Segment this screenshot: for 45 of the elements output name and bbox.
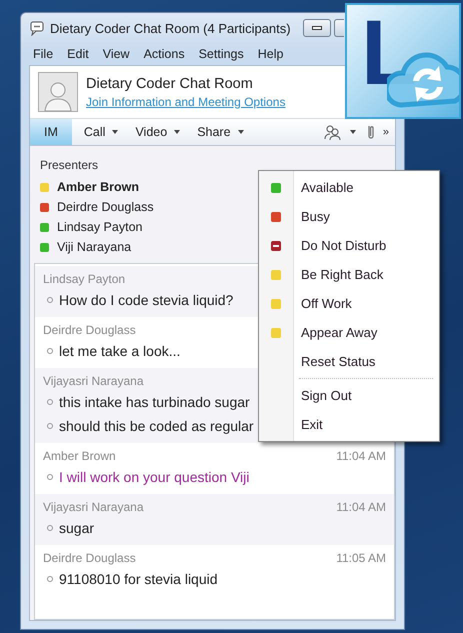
menu-item[interactable]: Settings <box>198 47 244 61</box>
presenter-name[interactable]: Deirdre Douglass <box>57 200 154 214</box>
message-time: 11:04 AM <box>336 500 386 514</box>
meeting-options-link[interactable]: Join Information and Meeting Options <box>86 94 286 108</box>
message-text: 91108010 for stevia liquid <box>59 570 218 586</box>
menu-item[interactable]: View <box>102 47 130 61</box>
menu-item[interactable]: Do Not Disturb <box>293 238 386 253</box>
message-text: let me take a look... <box>59 342 180 358</box>
app-logo: L <box>345 3 461 119</box>
message-text: should this be coded as regular <box>59 418 254 434</box>
message-time: 11:04 AM <box>336 449 386 463</box>
menu-item[interactable]: Be Right Back <box>293 267 384 282</box>
presenter-name[interactable]: Lindsay Payton <box>57 220 142 234</box>
overflow-button[interactable]: » <box>382 126 389 138</box>
presenter-name[interactable]: Viji Narayana <box>57 240 132 254</box>
sender-name: Deirdre Douglass <box>43 551 136 565</box>
presenter-name[interactable]: Amber Brown <box>57 180 139 194</box>
menu-item[interactable]: Sign Out <box>293 388 352 403</box>
menu-item[interactable]: Busy <box>293 209 330 224</box>
sender-name: Lindsay Payton <box>43 272 126 286</box>
menu-item[interactable]: Off Work <box>293 296 352 311</box>
menu-item[interactable]: Help <box>258 47 284 61</box>
menu-item[interactable]: Edit <box>67 47 89 61</box>
sender-name: Vijayasri Narayana <box>43 374 144 388</box>
toolbar-tab[interactable]: Video <box>131 119 186 145</box>
toolbar-tab[interactable]: Share <box>193 119 249 145</box>
window-title: Dietary Coder Chat Room (4 Participants) <box>50 20 291 36</box>
message-text: this intake has turbinado sugar <box>59 394 250 410</box>
toolbar-tab[interactable]: IM <box>30 119 72 145</box>
menu-item[interactable]: Exit <box>293 417 323 432</box>
menu-item[interactable]: File <box>33 47 54 61</box>
message-text: sugar <box>59 520 94 536</box>
message-time: 11:05 AM <box>336 551 386 565</box>
sender-name: Deirdre Douglass <box>43 323 136 337</box>
sender-name: Amber Brown <box>43 449 116 463</box>
menu-item[interactable]: Appear Away <box>293 325 378 340</box>
message-text: I will work on your question Viji <box>59 468 250 484</box>
message-text: How do I code stevia liquid? <box>59 292 234 308</box>
menu-item[interactable]: Reset Status <box>293 354 376 369</box>
section-heading: Presenters <box>40 158 100 172</box>
menu-item[interactable]: Available <box>293 180 354 195</box>
toolbar-tab[interactable]: Call <box>80 119 124 145</box>
room-name: Dietary Coder Chat Room <box>86 76 254 92</box>
menu-item[interactable]: Actions <box>144 47 185 61</box>
sender-name: Vijayasri Narayana <box>43 500 144 514</box>
